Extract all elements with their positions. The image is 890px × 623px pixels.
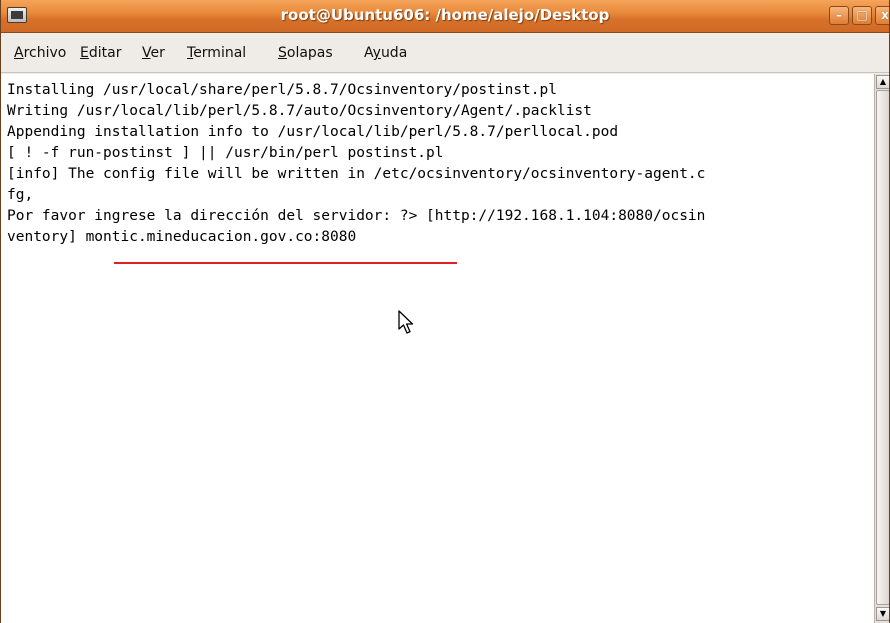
window-controls: – □ x	[829, 6, 889, 26]
menu-archivo[interactable]: Archivo	[14, 43, 66, 63]
menu-ayuda[interactable]: Ayuda	[364, 43, 407, 63]
scroll-up-arrow-icon[interactable]: ▲	[876, 75, 889, 89]
scroll-down-arrow-icon[interactable]: ▼	[876, 607, 889, 621]
window-title: root@Ubuntu606: /home/alejo/Desktop	[280, 6, 610, 24]
menu-ver[interactable]: Ver	[142, 43, 165, 63]
terminal-line: Appending installation info to /usr/loca…	[7, 124, 619, 140]
menu-terminal[interactable]: Terminal	[187, 43, 246, 63]
minimize-button[interactable]: –	[829, 6, 849, 25]
terminal-line: fg,	[7, 187, 34, 203]
menu-editar[interactable]: Editar	[80, 43, 121, 63]
scroll-thumb[interactable]	[876, 90, 889, 605]
highlight-underline	[114, 262, 457, 264]
terminal-output[interactable]: Installing /usr/local/share/perl/5.8.7/O…	[1, 74, 874, 623]
terminal-line: Por favor ingrese la dirección del servi…	[7, 208, 706, 224]
terminal-line: [ ! -f run-postinst ] || /usr/bin/perl p…	[7, 145, 444, 161]
mouse-pointer-icon	[398, 310, 414, 334]
title-bar[interactable]: root@Ubuntu606: /home/alejo/Desktop – □ …	[1, 0, 889, 33]
menu-bar: Archivo Editar Ver Terminal Solapas Ayud…	[1, 33, 889, 73]
terminal-line: ventory] montic.mineducacion.gov.co:8080	[7, 229, 357, 245]
menu-solapas[interactable]: Solapas	[278, 43, 333, 63]
terminal-line: [info] The config file will be written i…	[7, 166, 706, 182]
maximize-button[interactable]: □	[852, 6, 872, 25]
terminal-window: root@Ubuntu606: /home/alejo/Desktop – □ …	[0, 0, 890, 623]
close-button[interactable]: x	[875, 6, 889, 25]
vertical-scrollbar[interactable]: ▲ ▼	[874, 74, 889, 623]
terminal-line: Installing /usr/local/share/perl/5.8.7/O…	[7, 82, 557, 98]
terminal-line: Writing /usr/local/lib/perl/5.8.7/auto/O…	[7, 103, 592, 119]
